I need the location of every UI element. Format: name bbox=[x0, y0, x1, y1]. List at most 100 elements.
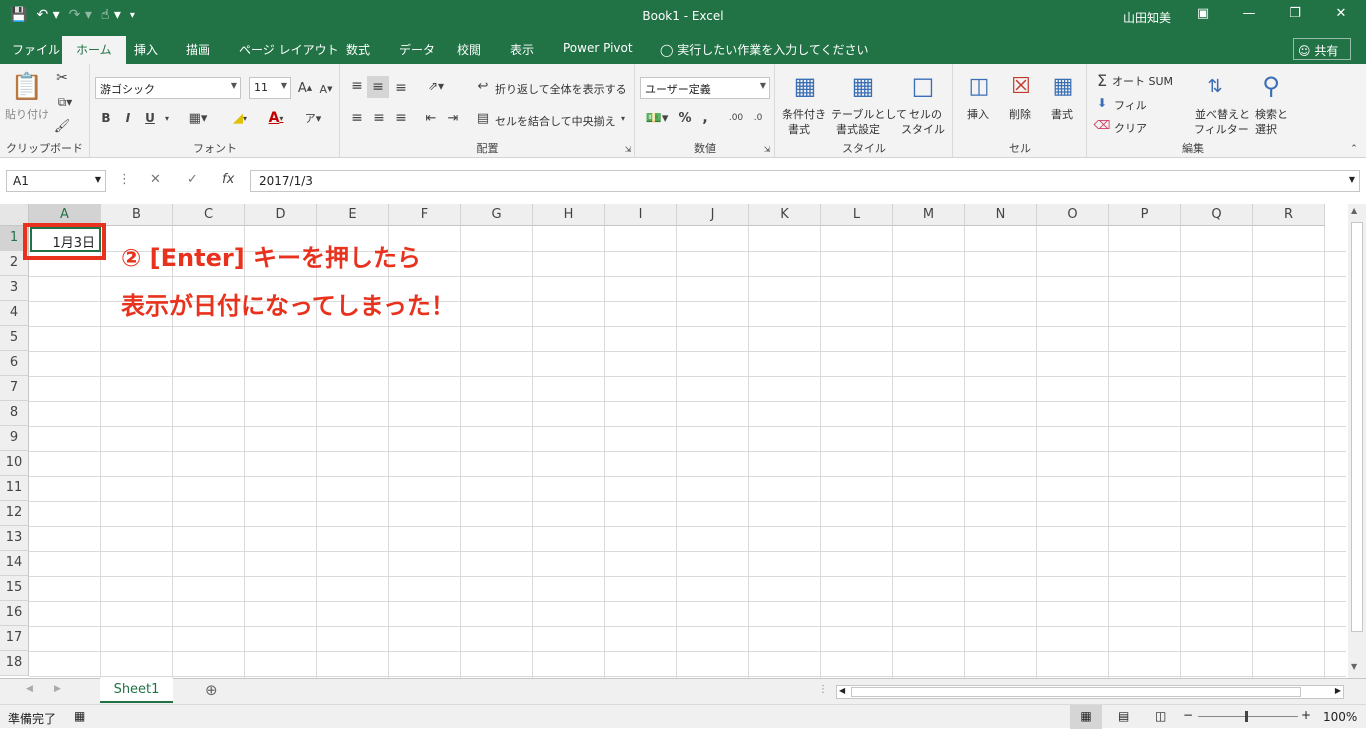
insert-function-icon[interactable]: fx bbox=[222, 172, 234, 187]
top-align-icon[interactable]: ≡ bbox=[347, 76, 367, 96]
percent-button[interactable]: % bbox=[676, 108, 694, 128]
sort-filter-label-1[interactable]: 並べ替えと bbox=[1195, 106, 1250, 122]
normal-view-icon[interactable]: ▦ bbox=[1070, 705, 1102, 729]
insert-cells-icon[interactable]: ◫ bbox=[964, 70, 994, 102]
page-break-view-icon[interactable]: ◫ bbox=[1155, 709, 1166, 723]
collapse-ribbon-icon[interactable]: ⌃ bbox=[1348, 144, 1360, 154]
row-header[interactable]: 7 bbox=[0, 376, 29, 401]
format-painter-icon[interactable]: 🖌 bbox=[52, 116, 72, 136]
dialog-launcher-icon[interactable]: ⇲ bbox=[762, 144, 772, 154]
tab-data[interactable]: データ bbox=[399, 41, 435, 58]
increase-font-icon[interactable]: A ▲ bbox=[296, 78, 314, 98]
wrap-text-icon[interactable]: ↩ bbox=[473, 76, 493, 96]
decrease-font-icon[interactable]: A ▼ bbox=[317, 80, 335, 98]
fill-icon[interactable]: ⬇ bbox=[1094, 94, 1110, 112]
scroll-up-icon[interactable]: ▲ bbox=[1351, 206, 1357, 215]
tab-page-layout[interactable]: ページ レイアウト bbox=[239, 41, 339, 58]
row-header[interactable]: 10 bbox=[0, 451, 29, 476]
row-header[interactable]: 6 bbox=[0, 351, 29, 376]
column-header[interactable]: J bbox=[677, 204, 749, 226]
split-handle-icon[interactable]: ⋮ bbox=[818, 684, 828, 695]
format-as-table-label-2[interactable]: 書式設定 bbox=[836, 121, 880, 137]
vertical-scroll-thumb[interactable] bbox=[1351, 222, 1363, 632]
column-header[interactable]: R bbox=[1253, 204, 1325, 226]
sheet-tab-sheet1[interactable]: Sheet1 bbox=[100, 678, 173, 703]
find-select-icon[interactable]: ⚲ bbox=[1256, 70, 1286, 102]
column-header[interactable]: O bbox=[1037, 204, 1109, 226]
fill-color-icon[interactable]: ◢ ▾ bbox=[225, 108, 255, 128]
find-select-label-1[interactable]: 検索と bbox=[1255, 106, 1288, 122]
enter-icon[interactable]: ✓ bbox=[187, 172, 198, 187]
clear-label[interactable]: クリア bbox=[1114, 120, 1147, 136]
tab-review[interactable]: 校閲 bbox=[457, 41, 481, 58]
align-right-icon[interactable]: ≡ bbox=[391, 108, 411, 128]
format-cells-label[interactable]: 書式 bbox=[1051, 106, 1073, 122]
prev-sheet-icon[interactable]: ◀ bbox=[26, 684, 33, 694]
align-center-icon[interactable]: ≡ bbox=[369, 108, 389, 128]
merge-center-label[interactable]: セルを結合して中央揃え bbox=[495, 113, 616, 129]
column-header[interactable]: B bbox=[101, 204, 173, 226]
user-name[interactable]: 山田知美 bbox=[1123, 9, 1171, 26]
delete-cells-label[interactable]: 削除 bbox=[1009, 106, 1031, 122]
cell-styles-label-2[interactable]: スタイル bbox=[901, 121, 945, 137]
conditional-formatting-label-2[interactable]: 書式 bbox=[788, 121, 810, 137]
row-header[interactable]: 13 bbox=[0, 526, 29, 551]
conditional-formatting-icon[interactable]: ▦ bbox=[790, 70, 820, 102]
row-header[interactable]: 17 bbox=[0, 626, 29, 651]
orientation-icon[interactable]: ⇗▾ bbox=[421, 76, 451, 96]
row-header[interactable]: 16 bbox=[0, 601, 29, 626]
column-header[interactable]: G bbox=[461, 204, 533, 226]
row-header[interactable]: 5 bbox=[0, 326, 29, 351]
horizontal-scrollbar[interactable]: ◀ ▶ bbox=[836, 685, 1344, 699]
column-header[interactable]: E bbox=[317, 204, 389, 226]
column-header[interactable]: L bbox=[821, 204, 893, 226]
row-header[interactable]: 4 bbox=[0, 301, 29, 326]
cut-icon[interactable]: ✂ bbox=[52, 68, 72, 88]
row-header[interactable]: 14 bbox=[0, 551, 29, 576]
autosum-label[interactable]: オート SUM bbox=[1112, 73, 1173, 89]
column-header[interactable]: M bbox=[893, 204, 965, 226]
cell-styles-icon[interactable]: □ bbox=[908, 70, 938, 102]
insert-cells-label[interactable]: 挿入 bbox=[967, 106, 989, 122]
dialog-launcher-icon[interactable]: ⇲ bbox=[623, 144, 633, 154]
column-header[interactable]: H bbox=[533, 204, 605, 226]
wrap-text-label[interactable]: 折り返して全体を表示する bbox=[495, 81, 627, 97]
row-header[interactable]: 9 bbox=[0, 426, 29, 451]
name-box[interactable]: A1 ▼ bbox=[6, 170, 106, 192]
scroll-down-icon[interactable]: ▼ bbox=[1351, 662, 1357, 671]
conditional-formatting-label-1[interactable]: 条件付き bbox=[782, 106, 826, 122]
zoom-slider-thumb[interactable] bbox=[1245, 711, 1248, 722]
zoom-level[interactable]: 100% bbox=[1323, 710, 1357, 724]
scroll-left-icon[interactable]: ◀ bbox=[839, 686, 845, 695]
share-button[interactable]: ☺ 共有 bbox=[1293, 38, 1351, 60]
italic-button[interactable]: I bbox=[119, 108, 137, 128]
row-header[interactable]: 8 bbox=[0, 401, 29, 426]
font-name-combo[interactable]: 游ゴシック ▼ bbox=[95, 77, 241, 99]
vertical-scrollbar[interactable]: ▲ ▼ bbox=[1348, 204, 1366, 678]
align-left-icon[interactable]: ≡ bbox=[347, 108, 367, 128]
column-header[interactable]: N bbox=[965, 204, 1037, 226]
column-header[interactable]: I bbox=[605, 204, 677, 226]
font-size-combo[interactable]: 11 ▼ bbox=[249, 77, 291, 99]
clear-icon[interactable]: ⌫ bbox=[1094, 116, 1111, 134]
macro-record-icon[interactable]: ▦ bbox=[74, 709, 85, 723]
cell-styles-label-1[interactable]: セルの bbox=[909, 106, 942, 122]
tab-home[interactable]: ホーム bbox=[62, 36, 126, 64]
fill-label[interactable]: フィル bbox=[1114, 97, 1147, 113]
sort-filter-label-2[interactable]: フィルター bbox=[1194, 121, 1249, 137]
column-header[interactable]: K bbox=[749, 204, 821, 226]
merge-center-icon[interactable]: ▤ bbox=[473, 108, 493, 128]
bottom-align-icon[interactable]: ≡ bbox=[391, 78, 411, 98]
column-header[interactable]: C bbox=[173, 204, 245, 226]
worksheet-grid[interactable]: A B C D E F G H I J K L M N O P Q R 1 2 … bbox=[0, 204, 1346, 678]
minimize-icon[interactable]: — bbox=[1226, 6, 1272, 21]
format-as-table-icon[interactable]: ▦ bbox=[848, 70, 878, 102]
decrease-decimal-icon[interactable]: .0 bbox=[748, 108, 768, 128]
sort-filter-icon[interactable]: ⇅ bbox=[1200, 70, 1230, 102]
column-header[interactable]: D bbox=[245, 204, 317, 226]
column-header[interactable]: P bbox=[1109, 204, 1181, 226]
find-select-label-2[interactable]: 選択 bbox=[1255, 121, 1277, 137]
font-color-icon[interactable]: A ▾ bbox=[261, 108, 291, 128]
format-as-table-label-1[interactable]: テーブルとして bbox=[831, 106, 907, 122]
underline-button[interactable]: U bbox=[141, 108, 159, 128]
